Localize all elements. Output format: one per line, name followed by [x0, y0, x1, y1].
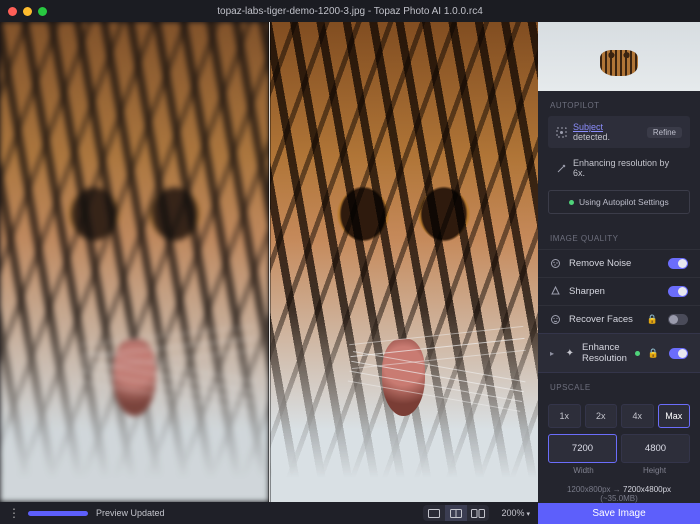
subject-detected-text: Subject detected.: [573, 122, 641, 142]
upscale-width-input[interactable]: 7200: [548, 434, 617, 463]
image-viewer: ⋮ Preview Updated 200%▾: [0, 22, 538, 524]
upscale-height-input[interactable]: 4800: [621, 434, 690, 463]
upscale-output-summary: 1200x800px → 7200x4800px (~35.0MB): [548, 485, 690, 503]
single-view-icon: [428, 509, 440, 518]
window-title: topaz-labs-tiger-demo-1200-3.jpg - Topaz…: [0, 6, 700, 17]
sharpen-label: Sharpen: [569, 286, 660, 297]
autopilot-header: AUTOPILOT: [538, 91, 700, 116]
upscale-max-button[interactable]: Max: [658, 404, 691, 428]
autopilot-settings-button[interactable]: Using Autopilot Settings: [548, 190, 690, 214]
lock-icon: 🔒: [648, 348, 659, 359]
status-text: Preview Updated: [96, 508, 165, 518]
autopilot-subject-row: Subject detected. Refine: [548, 116, 690, 148]
chevron-right-icon: ▸: [550, 349, 558, 358]
enhance-status-dot-icon: [635, 351, 640, 356]
image-quality-header: IMAGE QUALITY: [538, 224, 700, 249]
after-image: [269, 22, 538, 502]
before-image: [0, 22, 269, 502]
view-mode-group: [423, 505, 489, 521]
subject-icon: [556, 127, 567, 138]
upscale-factor-group: 1x 2x 4x Max: [548, 404, 690, 428]
chevron-down-icon: ▾: [526, 511, 530, 518]
sharpen-icon: [550, 286, 561, 297]
refine-button[interactable]: Refine: [647, 127, 682, 138]
upscale-header: UPSCALE: [538, 373, 700, 398]
recover-faces-label: Recover Faces: [569, 314, 639, 325]
upscale-1x-button[interactable]: 1x: [548, 404, 581, 428]
split-view-icon: [450, 509, 462, 518]
face-icon: [550, 314, 561, 325]
sharpen-toggle[interactable]: [668, 286, 688, 297]
height-label: Height: [619, 466, 690, 475]
main-area: ⋮ Preview Updated 200%▾: [0, 22, 700, 524]
wand-icon: [556, 163, 567, 174]
close-window-button[interactable]: [8, 7, 17, 16]
width-label: Width: [548, 466, 619, 475]
zoom-value: 200%: [501, 508, 524, 518]
enhance-resolution-toggle[interactable]: [669, 348, 688, 359]
recover-faces-toggle[interactable]: [668, 314, 688, 325]
zoom-window-button[interactable]: [38, 7, 47, 16]
view-mode-side-by-side[interactable]: [467, 505, 489, 521]
sidebar: AUTOPILOT Subject detected. Refine Enhan…: [538, 22, 700, 524]
image-canvas[interactable]: [0, 22, 538, 502]
remove-noise-toggle[interactable]: [668, 258, 688, 269]
side-by-side-icon: [471, 509, 485, 518]
noise-icon: [550, 258, 561, 269]
compare-split-handle[interactable]: [269, 22, 270, 502]
remove-noise-row: Remove Noise: [538, 249, 700, 277]
autopilot-enhance-row: Enhancing resolution by 6x.: [548, 154, 690, 182]
view-mode-single[interactable]: [423, 505, 445, 521]
enhance-line-text: Enhancing resolution by 6x.: [573, 158, 682, 178]
lock-icon: 🔒: [647, 314, 658, 325]
viewer-statusbar: ⋮ Preview Updated 200%▾: [0, 502, 538, 524]
recover-faces-row: Recover Faces 🔒: [538, 305, 700, 333]
save-image-button[interactable]: Save Image: [538, 503, 700, 524]
upscale-dimensions-group: 7200 4800: [548, 434, 690, 463]
upscale-2x-button[interactable]: 2x: [585, 404, 618, 428]
upscale-4x-button[interactable]: 4x: [621, 404, 654, 428]
subject-link[interactable]: Subject: [573, 122, 603, 132]
enhance-resolution-label: Enhance Resolution: [582, 342, 627, 364]
zoom-level[interactable]: 200%▾: [501, 508, 530, 518]
viewer-menu-button[interactable]: ⋮: [8, 507, 20, 519]
remove-noise-label: Remove Noise: [569, 258, 660, 269]
window-titlebar: topaz-labs-tiger-demo-1200-3.jpg - Topaz…: [0, 0, 700, 22]
sharpen-row: Sharpen: [538, 277, 700, 305]
minimize-window-button[interactable]: [23, 7, 32, 16]
status-dot-icon: [569, 200, 574, 205]
window-controls: [8, 7, 47, 16]
upscale-dim-labels: Width Height: [548, 466, 690, 475]
image-thumbnail[interactable]: [538, 22, 700, 91]
enhance-resolution-row[interactable]: ▸ ✦ Enhance Resolution 🔒: [538, 333, 700, 373]
progress-bar: [28, 511, 88, 516]
enhance-icon: ✦: [566, 348, 574, 359]
view-mode-split[interactable]: [445, 505, 467, 521]
